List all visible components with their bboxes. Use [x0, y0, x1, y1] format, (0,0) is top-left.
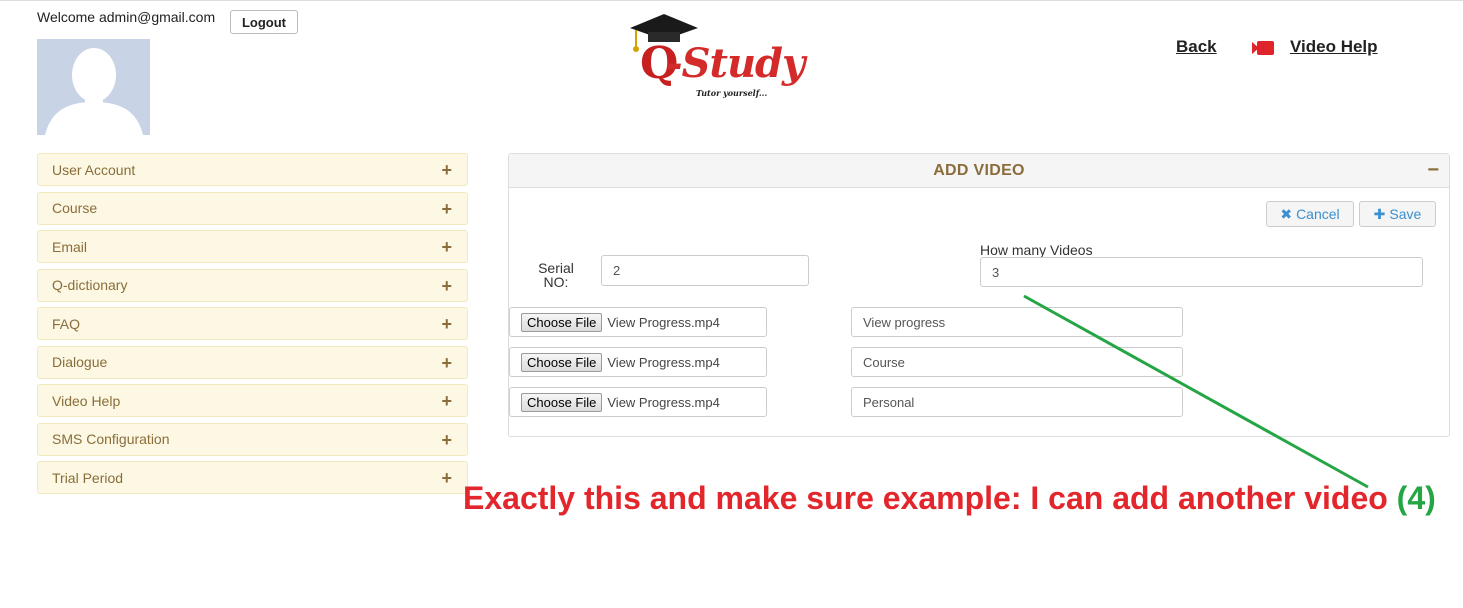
file-input-3[interactable]: Choose File View Progress.mp4 — [509, 387, 767, 417]
annotation-text: Exactly this and make sure example: I ca… — [463, 480, 1436, 517]
plus-icon[interactable]: + — [441, 391, 452, 412]
sidebar-item-label: Dialogue — [52, 354, 108, 370]
top-border — [0, 0, 1463, 1]
video-camera-icon[interactable] — [1252, 39, 1276, 57]
video-title-input-3[interactable]: Personal — [851, 387, 1183, 417]
choose-file-button[interactable]: Choose File — [521, 312, 603, 332]
file-name: View Progress.mp4 — [607, 314, 720, 330]
sidebar-item-trial-period[interactable]: Trial Period + — [37, 461, 468, 494]
plus-icon[interactable]: + — [441, 276, 452, 297]
plus-icon[interactable]: + — [441, 430, 452, 451]
annotation-message: Exactly this and make sure example: I ca… — [463, 480, 1397, 516]
plus-icon[interactable]: + — [441, 199, 452, 220]
sidebar-item-label: User Account — [52, 161, 136, 178]
plus-icon[interactable]: + — [441, 237, 452, 258]
sidebar-item-q-dictionary[interactable]: Q-dictionary + — [37, 268, 468, 302]
sidebar-item-label: Email — [52, 238, 88, 255]
plus-icon[interactable]: + — [441, 353, 452, 374]
save-label: Save — [1389, 206, 1422, 222]
serial-no-input[interactable]: 2 — [601, 255, 809, 286]
sidebar-item-course[interactable]: Course + — [37, 191, 468, 225]
sidebar-item-sms-configuration[interactable]: SMS Configuration + — [37, 422, 468, 456]
add-video-panel: ADD VIDEO − ✖ Cancel ✚ Save Serial NO: 2… — [508, 153, 1450, 437]
sidebar-item-label: Video Help — [52, 392, 121, 409]
file-input-1[interactable]: Choose File View Progress.mp4 — [509, 307, 767, 337]
annotation-number: (4) — [1396, 480, 1436, 516]
sidebar-item-dialogue[interactable]: Dialogue + — [37, 345, 468, 379]
sidebar-item-faq[interactable]: FAQ + — [37, 307, 468, 340]
video-title-input-2[interactable]: Course — [851, 347, 1183, 377]
cancel-label: Cancel — [1296, 206, 1340, 222]
sidebar-item-label: Trial Period — [52, 469, 124, 486]
sidebar-item-label: Q-dictionary — [52, 277, 128, 293]
user-silhouette-icon — [45, 48, 143, 135]
cancel-button[interactable]: ✖ Cancel — [1266, 201, 1354, 227]
sidebar-item-label: SMS Configuration — [52, 431, 170, 447]
back-link[interactable]: Back — [1176, 37, 1217, 57]
file-input-2[interactable]: Choose File View Progress.mp4 — [509, 347, 767, 377]
save-button[interactable]: ✚ Save — [1359, 201, 1436, 227]
plus-icon: ✚ — [1373, 205, 1386, 222]
file-name: View Progress.mp4 — [607, 394, 720, 410]
sidebar-item-user-account[interactable]: User Account + — [37, 153, 468, 186]
choose-file-button[interactable]: Choose File — [521, 392, 603, 412]
logo-tagline: Tutor yourself... — [696, 88, 768, 98]
close-icon: ✖ — [1280, 205, 1293, 222]
q-study-logo: Q -Study Tutor yourself... — [626, 12, 836, 102]
plus-icon[interactable]: + — [441, 314, 452, 335]
serial-no-label: Serial NO: — [538, 260, 574, 290]
plus-icon[interactable]: + — [441, 160, 452, 181]
panel-title: ADD VIDEO — [933, 161, 1025, 179]
video-help-link[interactable]: Video Help — [1290, 37, 1378, 57]
logout-button[interactable]: Logout — [230, 10, 298, 34]
sidebar-menu: User Account + Course + Email + Q-dictio… — [37, 153, 468, 500]
how-many-videos-input[interactable]: 3 — [980, 257, 1423, 287]
how-many-videos-label: How many Videos — [980, 242, 1093, 258]
collapse-icon[interactable]: − — [1427, 159, 1439, 182]
panel-header: ADD VIDEO − — [509, 154, 1449, 188]
sidebar-item-label: Course — [52, 200, 98, 216]
file-name: View Progress.mp4 — [607, 354, 720, 370]
welcome-text: Welcome admin@gmail.com — [37, 9, 216, 25]
sidebar-item-label: FAQ — [52, 315, 81, 332]
avatar — [37, 39, 150, 135]
sidebar-item-email[interactable]: Email + — [37, 230, 468, 263]
sidebar-item-video-help[interactable]: Video Help + — [37, 384, 468, 417]
logo-text: -Study — [666, 40, 805, 87]
video-title-input-1[interactable]: View progress — [851, 307, 1183, 337]
plus-icon[interactable]: + — [441, 468, 452, 489]
choose-file-button[interactable]: Choose File — [521, 352, 603, 372]
